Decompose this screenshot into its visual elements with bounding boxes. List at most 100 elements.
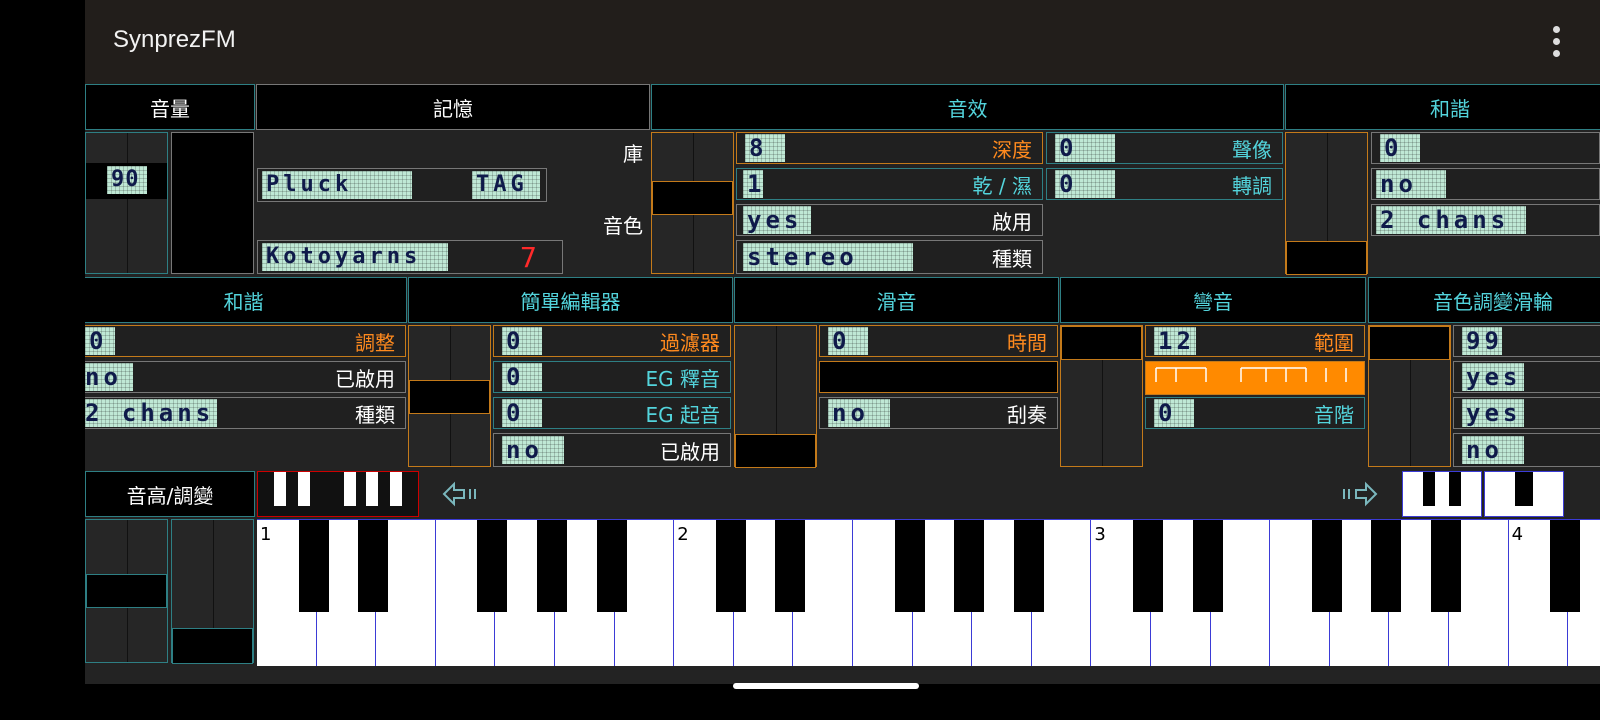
scroll-left-icon[interactable] <box>440 480 480 508</box>
effect-pan[interactable]: 0 聲像 <box>1046 132 1283 164</box>
mod-wheel-field-4[interactable]: no <box>1453 433 1600 467</box>
black-key[interactable] <box>1311 520 1342 612</box>
portamento-time-label: 時間 <box>1007 330 1047 355</box>
bend-range-bar[interactable] <box>1145 361 1365 395</box>
piano-keyboard[interactable]: 1 2 3 4 <box>257 519 1600 666</box>
effect-dry-wet-value: 1 <box>743 170 763 198</box>
black-key[interactable] <box>1133 520 1163 612</box>
section-portamento[interactable]: 滑音 <box>734 277 1059 323</box>
harmony-top-value-3: 2 chans <box>1376 206 1526 234</box>
section-volume[interactable]: 音量 <box>85 84 255 130</box>
scroll-right-icon[interactable] <box>1340 480 1380 508</box>
section-mod-wheel[interactable]: 音色調變滑輪 <box>1368 277 1600 323</box>
harmony-enabled[interactable]: no 已啟用 <box>85 361 406 393</box>
black-key[interactable] <box>537 520 567 612</box>
harmony-top-slider[interactable] <box>1285 132 1368 275</box>
editor-eg-release-label: EG 釋音 <box>645 366 721 391</box>
editor-filter[interactable]: 0 過濾器 <box>493 325 731 357</box>
editor-eg-attack-value: 0 <box>502 399 542 427</box>
section-memory[interactable]: 記憶 <box>256 84 650 130</box>
mod-wheel-value-1: 99 <box>1462 327 1502 355</box>
mini-keyboard-right-1[interactable] <box>1402 471 1482 517</box>
effect-dry-wet-label: 乾 / 濕 <box>972 173 1032 198</box>
portamento-arp[interactable]: no 刮奏 <box>819 397 1058 429</box>
harmony-adjust[interactable]: 0 調整 <box>85 325 406 357</box>
app-title: SynprezFM <box>113 26 236 53</box>
harmony-type-value: 2 chans <box>85 399 217 427</box>
black-key[interactable] <box>1192 520 1223 612</box>
effect-transpose[interactable]: 0 轉調 <box>1046 168 1283 200</box>
effect-dry-wet[interactable]: 1 乾 / 濕 <box>736 168 1043 200</box>
black-key[interactable] <box>715 520 746 612</box>
octave-label: 4 <box>1511 524 1524 545</box>
keyboard-range-selector[interactable] <box>257 471 419 517</box>
mod-wheel-slider[interactable] <box>1368 325 1451 467</box>
editor-eg-release-value: 0 <box>502 363 542 391</box>
black-key[interactable] <box>954 520 985 612</box>
effect-depth[interactable]: 8 深度 <box>736 132 1043 164</box>
portamento-mode-bar[interactable] <box>819 361 1058 393</box>
app-bar <box>85 0 1600 84</box>
overflow-menu-icon[interactable] <box>1552 26 1562 60</box>
effect-type-value: stereo <box>743 243 913 271</box>
mod-wheel[interactable] <box>171 519 254 664</box>
black-key[interactable] <box>1431 520 1461 612</box>
effect-type[interactable]: stereo 種類 <box>736 240 1043 274</box>
effect-type-label: 種類 <box>992 246 1032 271</box>
effect-slider[interactable] <box>651 132 734 274</box>
editor-filter-value: 0 <box>502 327 542 355</box>
mod-wheel-value-3: yes <box>1462 399 1524 427</box>
black-key[interactable] <box>298 520 329 612</box>
gesture-home-bar[interactable] <box>733 683 919 689</box>
editor-eg-attack[interactable]: 0 EG 起音 <box>493 397 731 429</box>
editor-enabled-label: 已啟用 <box>660 439 720 464</box>
mod-wheel-field-2[interactable]: yes <box>1453 361 1600 393</box>
black-key[interactable] <box>894 520 925 612</box>
synth-panel: 音量 記憶 音效 和諧 90 庫 Pluck TAG 音色 Kotoyarns … <box>85 84 1600 684</box>
section-harmony-top[interactable]: 和諧 <box>1285 84 1600 130</box>
black-key[interactable] <box>1550 520 1581 612</box>
effect-enabled[interactable]: yes 啟用 <box>736 204 1043 236</box>
mod-wheel-field-3[interactable]: yes <box>1453 397 1600 429</box>
black-key[interactable] <box>358 520 389 612</box>
black-key[interactable] <box>775 520 806 612</box>
voice-name: Kotoyarns <box>262 243 448 271</box>
voice-field[interactable]: Kotoyarns 7 <box>257 240 563 274</box>
harmony-adjust-label: 調整 <box>355 330 395 355</box>
black-key[interactable] <box>1371 520 1402 612</box>
bend-range-label: 範圍 <box>1314 330 1354 355</box>
simple-editor-slider[interactable] <box>408 325 491 467</box>
volume-slider[interactable] <box>85 132 168 274</box>
bend-step[interactable]: 0 音階 <box>1145 397 1365 429</box>
bend-range[interactable]: 12 範圍 <box>1145 325 1365 357</box>
black-key[interactable] <box>596 520 627 612</box>
section-simple-editor[interactable]: 簡單編輯器 <box>408 277 733 323</box>
section-pitch-mod[interactable]: 音高/調變 <box>85 471 255 517</box>
black-key[interactable] <box>1013 520 1044 612</box>
pitch-wheel[interactable] <box>85 519 168 663</box>
effect-transpose-label: 轉調 <box>1232 173 1272 198</box>
section-harmony[interactable]: 和諧 <box>85 277 407 323</box>
effect-depth-value: 8 <box>745 134 785 162</box>
portamento-slider[interactable] <box>734 325 817 468</box>
section-bend[interactable]: 彎音 <box>1060 277 1366 323</box>
editor-eg-release[interactable]: 0 EG 釋音 <box>493 361 731 393</box>
harmony-top-field-1[interactable]: 0 <box>1371 132 1600 164</box>
harmony-top-field-2[interactable]: no <box>1371 168 1600 200</box>
portamento-time-value: 0 <box>828 327 868 355</box>
harmony-adjust-value: 0 <box>85 327 115 355</box>
mod-wheel-field-1[interactable]: 99 <box>1453 325 1600 357</box>
bend-slider[interactable] <box>1060 325 1143 467</box>
volume-value: 90 <box>107 166 147 194</box>
section-effect[interactable]: 音效 <box>651 84 1284 130</box>
effect-enabled-label: 啟用 <box>992 209 1032 234</box>
harmony-type[interactable]: 2 chans 種類 <box>85 397 406 429</box>
editor-enabled[interactable]: no 已啟用 <box>493 433 731 467</box>
portamento-time[interactable]: 0 時間 <box>819 325 1058 357</box>
bank-field[interactable]: Pluck TAG <box>257 168 547 202</box>
harmony-top-field-3[interactable]: 2 chans <box>1371 204 1600 236</box>
portamento-arp-label: 刮奏 <box>1007 402 1047 427</box>
black-key[interactable] <box>477 520 508 612</box>
bend-step-label: 音階 <box>1314 402 1354 427</box>
mini-keyboard-right-2[interactable] <box>1484 471 1564 517</box>
